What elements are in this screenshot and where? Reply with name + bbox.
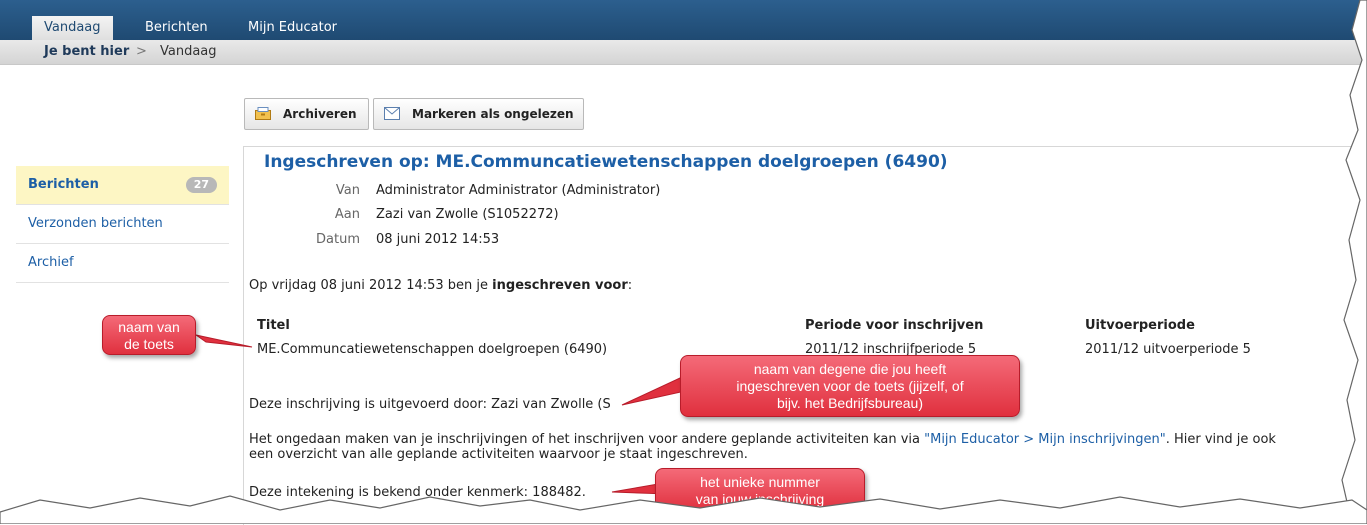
breadcrumb-current[interactable]: Vandaag [160, 44, 217, 59]
undo-text: Het ongedaan maken van je inschrijvingen… [249, 432, 1276, 447]
intro-prefix: Op vrijdag 08 juni 2012 14:53 ben je [249, 278, 493, 293]
callout-test-name-text: naam van de toets [118, 319, 180, 352]
date-label: Datum [316, 232, 360, 247]
undo-text-1: Het ongedaan maken van je inschrijvingen… [249, 432, 925, 447]
breadcrumb-prefix: Je bent hier [44, 44, 130, 59]
breadcrumb-separator: > [136, 44, 147, 59]
reference-text: Deze intekening is bekend onder kenmerk:… [249, 485, 586, 500]
message-subject: Ingeschreven op: ME.Communcatiewetenscha… [264, 152, 948, 172]
tab-berichten[interactable]: Berichten [133, 16, 220, 40]
from-label: Van [335, 183, 360, 198]
callout-enrolled-by: naam van degene die jou heeft ingeschrev… [680, 355, 1020, 417]
top-navigation: Vandaag Berichten Mijn Educator [0, 0, 1367, 40]
table-cell-execution-period: 2011/12 uitvoerperiode 5 [1085, 342, 1251, 357]
archive-button[interactable]: Archiveren [244, 98, 369, 130]
intro-text: Op vrijdag 08 juni 2012 14:53 ben je ing… [249, 278, 632, 293]
archive-icon [255, 107, 271, 120]
callout-test-name: naam van de toets [102, 315, 196, 355]
to-value: Zazi van Zwolle (S1052272) [376, 207, 559, 222]
table-header-execution-period: Uitvoerperiode [1085, 318, 1195, 333]
table-cell-title: ME.Communcatiewetenschappen doelgroepen … [257, 342, 608, 357]
from-value: Administrator Administrator (Administrat… [376, 183, 661, 198]
envelope-icon [384, 107, 400, 120]
mark-unread-button-label: Markeren als ongelezen [412, 107, 574, 121]
archive-button-label: Archiveren [283, 107, 357, 121]
breadcrumb: Je bent hier > Vandaag [0, 40, 1367, 65]
undo-text-2: . Hier vind je ook [1165, 432, 1276, 447]
sidebar-item-label: Archief [28, 255, 74, 270]
table-header-title: Titel [257, 318, 290, 333]
tab-mijn-educator[interactable]: Mijn Educator [236, 16, 349, 40]
intro-bold: ingeschreven voor [492, 278, 628, 293]
unread-count-badge: 27 [185, 177, 217, 193]
my-enrollments-link[interactable]: "Mijn Educator > Mijn inschrijvingen" [924, 432, 1166, 447]
intro-suffix: : [627, 278, 633, 293]
trailing-text: veel [293, 507, 321, 522]
undo-text-continued: een overzicht van alle geplande activite… [249, 447, 748, 462]
mark-unread-button[interactable]: Markeren als ongelezen [373, 98, 584, 130]
sidebar-item-berichten[interactable]: Berichten 27 [16, 166, 229, 205]
callout-unique-number: het unieke nummer van jouw inschrijving [655, 468, 865, 512]
sidebar-item-label: Verzonden berichten [28, 216, 163, 231]
performed-by-text: Deze inschrijving is uitgevoerd door: Za… [249, 397, 611, 412]
date-value: 08 juni 2012 14:53 [376, 232, 500, 247]
to-label: Aan [334, 207, 360, 222]
sidebar-item-label: Berichten [28, 177, 99, 192]
tab-vandaag[interactable]: Vandaag [32, 16, 113, 40]
table-header-enrollment-period: Periode voor inschrijven [805, 318, 984, 333]
callout-enrolled-by-text: naam van degene die jou heeft ingeschrev… [736, 361, 964, 411]
sidebar-item-archief[interactable]: Archief [16, 244, 229, 283]
callout-unique-number-text: het unieke nummer van jouw inschrijving [695, 474, 825, 507]
sidebar-item-verzonden-berichten[interactable]: Verzonden berichten [16, 205, 229, 244]
